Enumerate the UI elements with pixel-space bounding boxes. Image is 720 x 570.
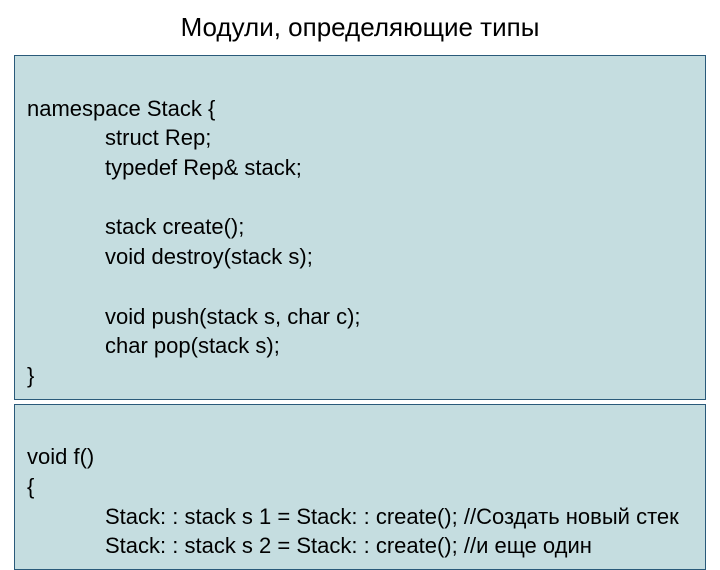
code-line: } — [27, 363, 34, 388]
code-line: void f() — [27, 444, 94, 469]
code-line: char pop(stack s); — [105, 333, 280, 358]
code-block-function: void f() { Stack: : stack s 1 = Stack: :… — [14, 404, 706, 570]
code-line: void destroy(stack s); — [105, 244, 313, 269]
page-title: Модули, определяющие типы — [0, 0, 720, 51]
code-line: typedef Rep& stack; — [105, 155, 302, 180]
code-line: Stack: : stack s 1 = Stack: : create(); … — [105, 504, 679, 529]
code-line: struct Rep; — [105, 125, 211, 150]
code-block-namespace: namespace Stack { struct Rep; typedef Re… — [14, 55, 706, 400]
code-line: { — [27, 474, 34, 499]
code-line: Stack: : stack s 2 = Stack: : create(); … — [105, 533, 592, 558]
code-line: stack create(); — [105, 214, 244, 239]
code-line: void push(stack s, char c); — [105, 304, 361, 329]
code-line: namespace Stack { — [27, 96, 215, 121]
